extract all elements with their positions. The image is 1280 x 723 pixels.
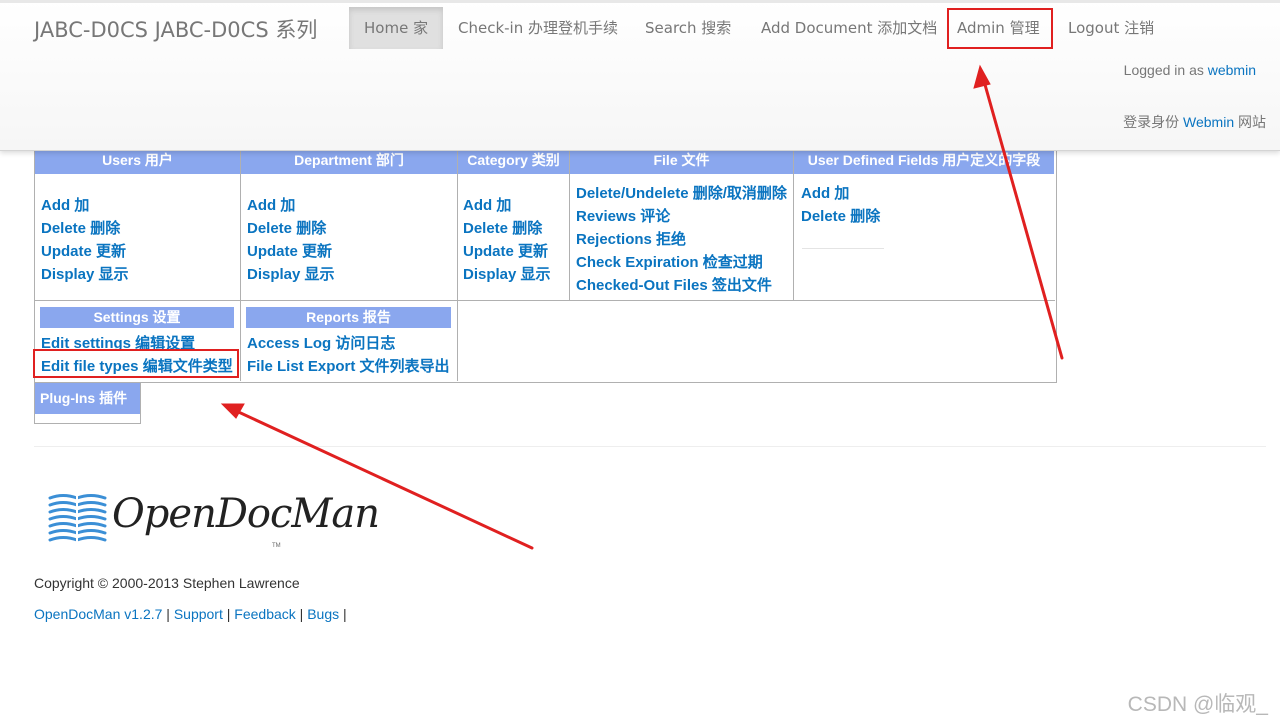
plugins-header: Plug-Ins 插件 [35,383,140,414]
bugs-link[interactable]: Bugs [307,606,339,622]
opendocman-logo-text: OpenDocMan [112,491,380,537]
brand-link[interactable]: JABC-D0CS JABC-D0CS 系列 [34,14,317,44]
users-display-link[interactable]: Display 显示 [41,263,129,284]
department-display-link[interactable]: Display 显示 [247,263,335,284]
udf-delete-link[interactable]: Delete 删除 [801,205,880,226]
column-divider [569,144,570,300]
logged-in-cn-user-link[interactable]: Webmin [1183,114,1234,130]
file-delete-undelete-link[interactable]: Delete/Undelete 删除/取消删除 [576,182,787,203]
arrow-head-settings-icon [220,403,245,419]
file-checked-out-link[interactable]: Checked-Out Files 签出文件 [576,274,772,295]
nav-add-document[interactable]: Add Document 添加文档 [761,7,937,49]
users-update-link[interactable]: Update 更新 [41,240,126,261]
footer-divider [34,446,1266,447]
opendocman-book-icon [48,494,107,542]
logged-in-cn-suffix: 网站 [1238,114,1266,130]
category-update-link[interactable]: Update 更新 [463,240,548,261]
department-update-link[interactable]: Update 更新 [247,240,332,261]
watermark: CSDN @临观_ [1127,693,1268,716]
file-check-expiration-link[interactable]: Check Expiration 检查过期 [576,251,763,272]
logged-in-prefix: Logged in as [1123,62,1204,78]
column-divider [240,144,241,381]
nav-logout[interactable]: Logout 注销 [1068,7,1154,49]
logged-in-cn-prefix: 登录身份 [1123,114,1180,130]
users-delete-link[interactable]: Delete 删除 [41,217,120,238]
udf-divider [802,248,884,249]
file-list-export-link[interactable]: File List Export 文件列表导出 [247,355,450,376]
footer-links: OpenDocMan v1.2.7 | Support | Feedback |… [34,606,347,622]
support-link[interactable]: Support [174,606,223,622]
top-navbar: JABC-D0CS JABC-D0CS 系列 Home 家 Check-in 办… [0,0,1280,151]
nav-home[interactable]: Home 家 [349,7,444,49]
browser-top-line [0,0,1280,3]
edit-file-types-highlight-box [33,349,239,378]
file-rejections-link[interactable]: Rejections 拒绝 [576,228,686,249]
nav-search[interactable]: Search 搜索 [645,7,731,49]
category-add-link[interactable]: Add 加 [463,194,511,215]
column-divider [457,144,458,381]
separator: | [166,606,170,622]
access-log-link[interactable]: Access Log 访问日志 [247,332,395,353]
logged-in-user-link[interactable]: webmin [1208,62,1256,78]
separator: | [226,606,231,622]
settings-header: Settings 设置 [40,307,234,328]
feedback-link[interactable]: Feedback [234,606,295,622]
udf-add-link[interactable]: Add 加 [801,182,849,203]
logged-in-status-cn: 登录身份 Webmin 网站 [1123,112,1266,132]
department-add-link[interactable]: Add 加 [247,194,295,215]
reports-header: Reports 报告 [246,307,451,328]
version-link[interactable]: OpenDocMan v1.2.7 [34,606,162,622]
column-divider [793,144,794,300]
separator: | [343,606,347,622]
department-delete-link[interactable]: Delete 删除 [247,217,326,238]
logo-trademark: TM [272,543,281,549]
row-divider [35,300,1055,301]
category-delete-link[interactable]: Delete 删除 [463,217,542,238]
plugins-panel: Plug-Ins 插件 [34,382,141,424]
copyright-text: Copyright © 2000-2013 Stephen Lawrence [34,575,300,591]
admin-table: Users 用户 Department 部门 Category 类别 File … [34,143,1057,383]
users-add-link[interactable]: Add 加 [41,194,89,215]
file-reviews-link[interactable]: Reviews 评论 [576,205,670,226]
admin-highlight-box [947,8,1053,49]
category-display-link[interactable]: Display 显示 [463,263,551,284]
nav-check-in[interactable]: Check-in 办理登机手续 [458,7,618,49]
separator: | [299,606,304,622]
logged-in-status: Logged in as webmin [1124,62,1256,78]
